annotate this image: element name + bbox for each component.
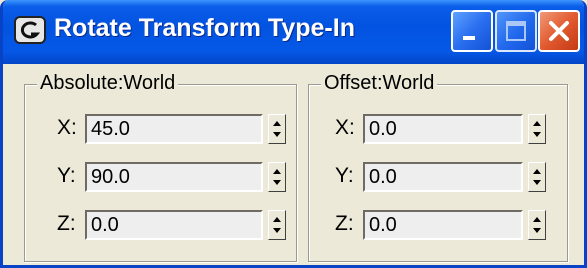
absolute-world-legend: Absolute:World: [37, 72, 179, 95]
offset-z-row: Z:: [309, 210, 567, 242]
absolute-y-input[interactable]: [85, 162, 263, 192]
offset-world-group: Offset:World X: Y:: [308, 72, 568, 262]
absolute-y-row: Y:: [25, 162, 296, 194]
offset-world-legend: Offset:World: [321, 72, 438, 95]
offset-y-row: Y:: [309, 162, 567, 194]
spinner-arrows-icon: [533, 169, 541, 185]
absolute-z-row: Z:: [25, 210, 296, 242]
offset-z-label: Z:: [335, 212, 354, 235]
close-icon: [549, 21, 569, 41]
spinner-arrows-icon: [273, 121, 281, 137]
spinner-arrows-icon: [533, 121, 541, 137]
offset-x-input[interactable]: [363, 114, 523, 144]
offset-z-input[interactable]: [363, 210, 523, 240]
spinner-arrows-icon: [273, 217, 281, 233]
absolute-z-input[interactable]: [85, 210, 263, 240]
absolute-x-input[interactable]: [85, 114, 263, 144]
offset-x-spinner[interactable]: [528, 114, 546, 144]
absolute-y-label: Y:: [57, 164, 76, 187]
minimize-icon: [463, 36, 475, 40]
spinner-arrows-icon: [273, 169, 281, 185]
offset-x-label: X:: [335, 116, 355, 139]
minimize-button[interactable]: [451, 10, 493, 52]
window-title: Rotate Transform Type-In: [54, 14, 355, 42]
offset-y-input[interactable]: [363, 162, 523, 192]
maximize-button[interactable]: [495, 10, 537, 52]
offset-y-label: Y:: [335, 164, 354, 187]
absolute-x-row: X:: [25, 114, 296, 146]
absolute-z-label: Z:: [57, 212, 76, 235]
offset-z-spinner[interactable]: [528, 210, 546, 240]
absolute-z-spinner[interactable]: [268, 210, 286, 240]
app-icon[interactable]: [14, 16, 46, 44]
maximize-icon: [506, 21, 526, 41]
offset-y-spinner[interactable]: [528, 162, 546, 192]
rotate-transform-type-in-window: Rotate Transform Type-In Absolute:World …: [0, 0, 587, 268]
absolute-x-label: X:: [57, 116, 77, 139]
absolute-x-spinner[interactable]: [268, 114, 286, 144]
spinner-arrows-icon: [533, 217, 541, 233]
absolute-y-spinner[interactable]: [268, 162, 286, 192]
dialog-client-area: Absolute:World X: Y:: [3, 64, 584, 265]
close-button[interactable]: [538, 10, 580, 52]
title-bar[interactable]: Rotate Transform Type-In: [3, 0, 584, 64]
offset-x-row: X:: [309, 114, 567, 146]
absolute-world-group: Absolute:World X: Y:: [24, 72, 297, 262]
